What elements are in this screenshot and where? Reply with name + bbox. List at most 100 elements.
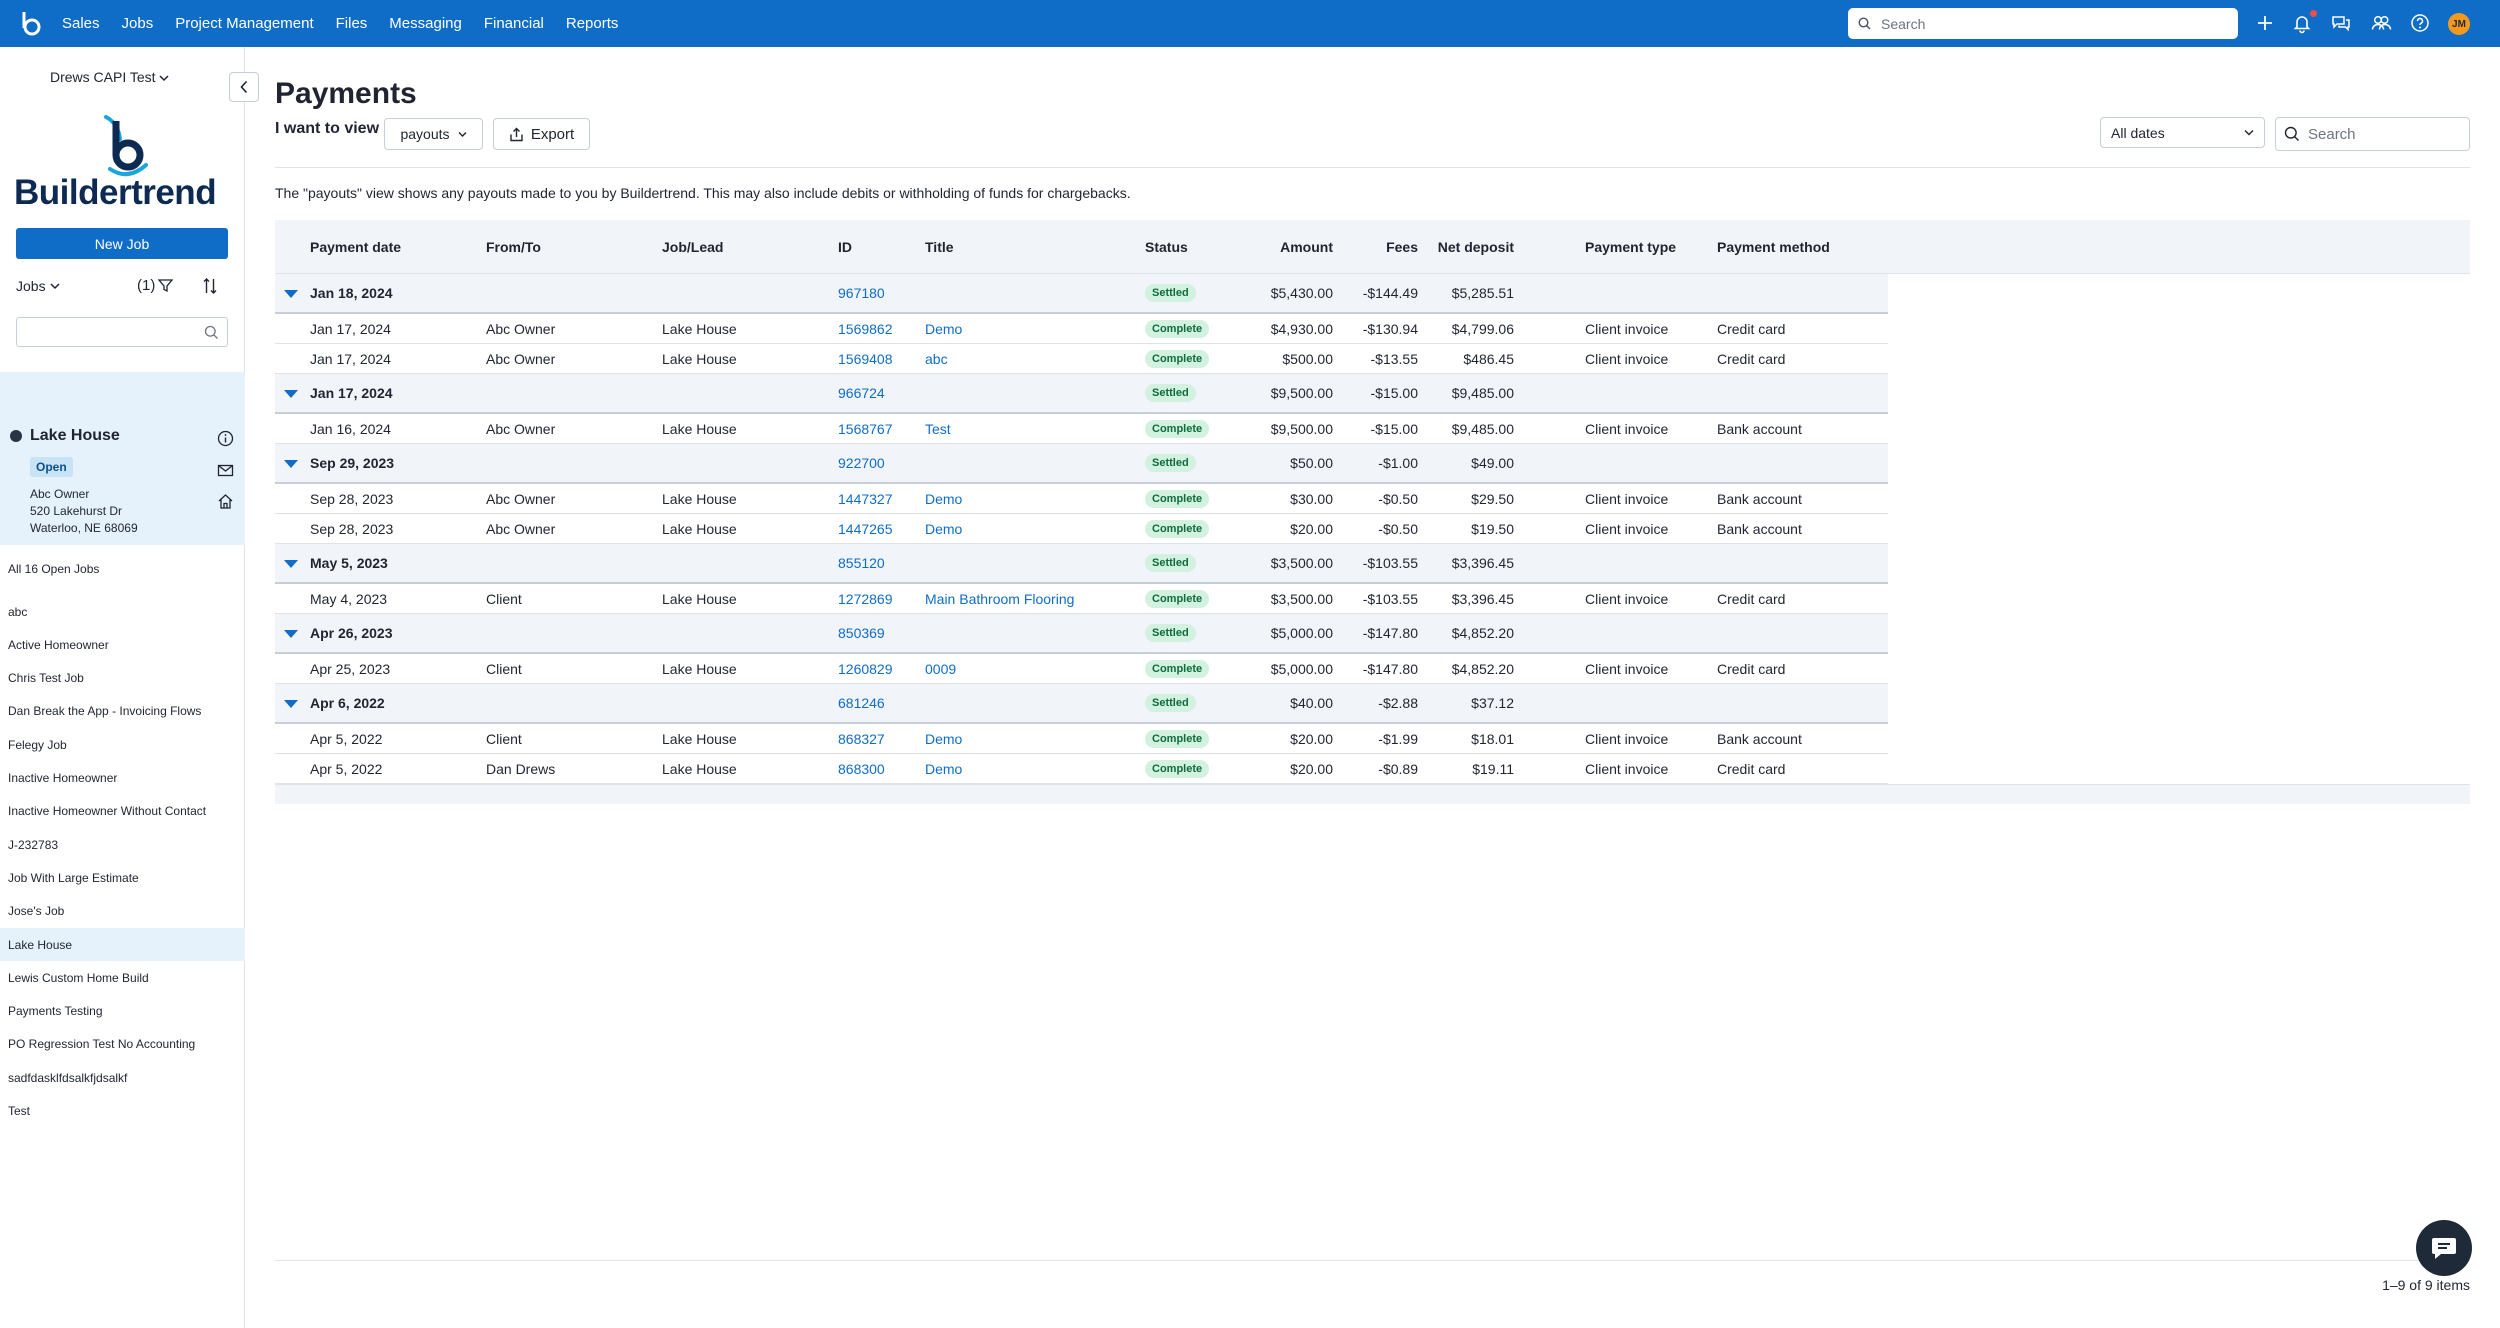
info-icon[interactable] xyxy=(217,430,234,447)
col-id[interactable]: ID xyxy=(838,220,852,274)
job-list-item[interactable]: Jose's Job xyxy=(0,895,245,928)
nav-item-files[interactable]: Files xyxy=(336,15,368,32)
job-list-item[interactable]: sadfdasklfdsalkfjdsalkf xyxy=(0,1061,245,1094)
payout-group-row[interactable]: Apr 26, 2023 850369 Settled $5,000.00 -$147.… xyxy=(275,614,1888,654)
jobs-filter-dropdown[interactable]: Jobs xyxy=(16,278,60,294)
job-search-input[interactable] xyxy=(16,317,228,347)
sort-icon[interactable] xyxy=(202,277,218,295)
job-list-item[interactable]: Felegy Job xyxy=(0,728,245,761)
payout-id[interactable]: 922700 xyxy=(838,455,885,471)
add-icon[interactable] xyxy=(2254,12,2276,34)
payment-row[interactable]: Apr 25, 2023 Client Lake House 1260829 0009 C… xyxy=(275,654,1888,684)
job-list-item[interactable]: Lake House xyxy=(0,928,245,961)
caret-down-icon[interactable] xyxy=(284,560,298,568)
date-range-select[interactable]: All dates xyxy=(2100,117,2265,148)
job-list-item[interactable]: Test xyxy=(0,1095,245,1128)
home-icon[interactable] xyxy=(217,493,234,510)
users-icon[interactable] xyxy=(2370,12,2392,34)
filter-button[interactable]: (1) xyxy=(137,277,174,294)
global-search-input[interactable]: Search xyxy=(1848,8,2238,39)
job-list-item[interactable]: PO Regression Test No Accounting xyxy=(0,1028,245,1061)
payments-search-input[interactable]: Search xyxy=(2275,117,2470,151)
export-button[interactable]: Export xyxy=(493,118,590,150)
job-list-item[interactable]: Job With Large Estimate xyxy=(0,861,245,894)
caret-down-icon[interactable] xyxy=(284,700,298,708)
payment-row[interactable]: Jan 16, 2024 Abc Owner Lake House 1568767 Te… xyxy=(275,414,1888,444)
nav-item-jobs[interactable]: Jobs xyxy=(122,15,154,32)
open-jobs-count[interactable]: All 16 Open Jobs xyxy=(8,562,99,576)
payment-id[interactable]: 1569862 xyxy=(838,321,893,337)
nav-item-reports[interactable]: Reports xyxy=(566,15,619,32)
col-status[interactable]: Status xyxy=(1145,220,1188,274)
caret-down-icon[interactable] xyxy=(284,290,298,298)
payout-group-row[interactable]: Jan 17, 2024 966724 Settled $9,500.00 -$15.0… xyxy=(275,374,1888,414)
col-net-deposit[interactable]: Net deposit xyxy=(1425,220,1514,274)
nav-item-sales[interactable]: Sales xyxy=(62,15,100,32)
payout-id[interactable]: 967180 xyxy=(838,285,885,301)
payment-row[interactable]: May 4, 2023 Client Lake House 1272869 Main B… xyxy=(275,584,1888,614)
payout-group-row[interactable]: May 5, 2023 855120 Settled $3,500.00 -$103.5… xyxy=(275,544,1888,584)
job-list-item[interactable]: abc xyxy=(0,595,245,628)
help-icon[interactable] xyxy=(2409,12,2431,34)
payment-row[interactable]: Jan 17, 2024 Abc Owner Lake House 1569408 ab… xyxy=(275,344,1888,374)
payment-id[interactable]: 1569408 xyxy=(838,351,893,367)
payout-group-row[interactable]: Sep 29, 2023 922700 Settled $50.00 -$1.00 $49… xyxy=(275,444,1888,484)
payout-id[interactable]: 681246 xyxy=(838,695,885,711)
payout-id[interactable]: 850369 xyxy=(838,625,885,641)
nav-item-project-management[interactable]: Project Management xyxy=(175,15,313,32)
job-list-item[interactable]: Active Homeowner xyxy=(0,628,245,661)
payment-row[interactable]: Jan 17, 2024 Abc Owner Lake House 1569862 De… xyxy=(275,314,1888,344)
nav-item-financial[interactable]: Financial xyxy=(484,15,544,32)
payment-id[interactable]: 868327 xyxy=(838,731,885,747)
payment-title[interactable]: abc xyxy=(925,351,948,367)
company-selector[interactable]: Drews CAPI Test xyxy=(50,69,169,85)
payment-title[interactable]: Demo xyxy=(925,321,962,337)
payment-title[interactable]: Demo xyxy=(925,731,962,747)
buildertrend-logo-icon[interactable] xyxy=(20,10,44,37)
payment-title[interactable]: 0009 xyxy=(925,661,956,677)
nav-item-messaging[interactable]: Messaging xyxy=(389,15,462,32)
col-title[interactable]: Title xyxy=(925,220,954,274)
payout-group-row[interactable]: Apr 6, 2022 681246 Settled $40.00 -$2.88 $37.… xyxy=(275,684,1888,724)
col-payment-type[interactable]: Payment type xyxy=(1585,220,1676,274)
chat-bubbles-icon[interactable] xyxy=(2330,12,2352,34)
payment-row[interactable]: Apr 5, 2022 Client Lake House 868327 Demo Com… xyxy=(275,724,1888,754)
payment-id[interactable]: 1447265 xyxy=(838,521,893,537)
payment-title[interactable]: Demo xyxy=(925,761,962,777)
col-payment-date[interactable]: Payment date xyxy=(310,220,401,274)
payment-row[interactable]: Sep 28, 2023 Abc Owner Lake House 1447265 De… xyxy=(275,514,1888,544)
mail-icon[interactable] xyxy=(217,462,234,479)
new-job-button[interactable]: New Job xyxy=(16,228,228,259)
payment-id[interactable]: 1272869 xyxy=(838,591,893,607)
job-list-item[interactable]: Inactive Homeowner Without Contact xyxy=(0,795,245,828)
payment-row[interactable]: Apr 5, 2022 Dan Drews Lake House 868300 Demo… xyxy=(275,754,1888,784)
selected-job-name[interactable]: Lake House xyxy=(30,427,120,445)
job-list-item[interactable]: Lewis Custom Home Build xyxy=(0,961,245,994)
payment-title[interactable]: Test xyxy=(925,421,951,437)
collapse-sidebar-button[interactable] xyxy=(229,72,259,102)
payment-id[interactable]: 868300 xyxy=(838,761,885,777)
payment-title[interactable]: Demo xyxy=(925,491,962,507)
payment-title[interactable]: Main Bathroom Flooring xyxy=(925,591,1074,607)
view-select[interactable]: payouts xyxy=(384,118,483,150)
payment-id[interactable]: 1447327 xyxy=(838,491,893,507)
payout-id[interactable]: 966724 xyxy=(838,385,885,401)
job-list-item[interactable]: Payments Testing xyxy=(0,995,245,1028)
payment-title[interactable]: Demo xyxy=(925,521,962,537)
job-list-item[interactable]: Dan Break the App - Invoicing Flows xyxy=(0,695,245,728)
job-list-item[interactable]: Inactive Homeowner xyxy=(0,762,245,795)
job-list-item[interactable]: J-232783 xyxy=(0,828,245,861)
col-job-lead[interactable]: Job/Lead xyxy=(662,220,723,274)
payout-id[interactable]: 855120 xyxy=(838,555,885,571)
caret-down-icon[interactable] xyxy=(284,630,298,638)
col-from-to[interactable]: From/To xyxy=(486,220,541,274)
job-list-item[interactable]: Chris Test Job xyxy=(0,662,245,695)
payment-row[interactable]: Sep 28, 2023 Abc Owner Lake House 1447327 De… xyxy=(275,484,1888,514)
col-amount[interactable]: Amount xyxy=(1235,220,1333,274)
col-payment-method[interactable]: Payment method xyxy=(1717,220,1830,274)
payment-id[interactable]: 1568767 xyxy=(838,421,893,437)
caret-down-icon[interactable] xyxy=(284,460,298,468)
chat-support-button[interactable] xyxy=(2416,1220,2472,1276)
user-avatar[interactable]: JM xyxy=(2448,13,2470,35)
caret-down-icon[interactable] xyxy=(284,390,298,398)
